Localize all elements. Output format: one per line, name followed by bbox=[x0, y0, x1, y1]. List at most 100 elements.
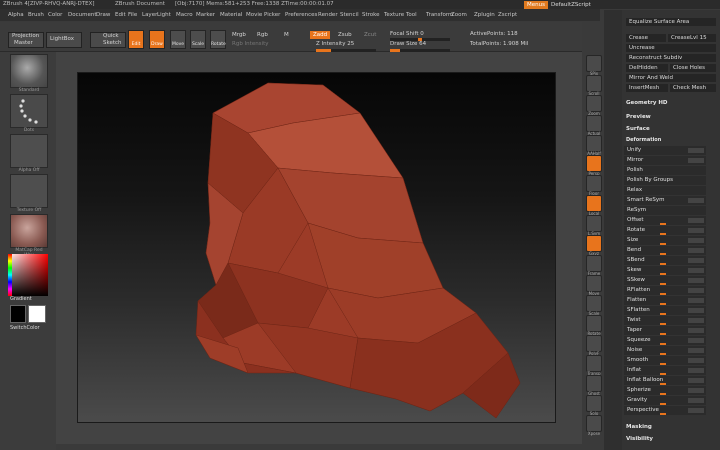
menu-layer[interactable]: Layer bbox=[142, 9, 157, 21]
sskew-axis-icon[interactable] bbox=[688, 278, 704, 283]
skew-slider[interactable]: Skew bbox=[624, 266, 706, 275]
size-slider[interactable]: Size bbox=[624, 236, 706, 245]
menu-zscript[interactable]: Zscript bbox=[498, 9, 517, 21]
offset-slider[interactable]: Offset bbox=[624, 216, 706, 225]
squeeze-axis-icon[interactable] bbox=[688, 338, 704, 343]
shelf-actual-button[interactable] bbox=[586, 115, 602, 132]
smart-resym-axis-icon[interactable] bbox=[688, 198, 704, 203]
relax-slider[interactable]: Relax bbox=[624, 186, 706, 195]
uncrease-button[interactable]: Uncrease bbox=[626, 44, 716, 52]
material-thumbnail[interactable] bbox=[10, 214, 48, 248]
shelf-frame-button[interactable] bbox=[586, 255, 602, 272]
surface-section[interactable]: Surface bbox=[626, 126, 650, 132]
inflat-axis-icon[interactable] bbox=[688, 368, 704, 373]
shelf-local-button[interactable] bbox=[586, 195, 602, 212]
insertmesh-button[interactable]: InsertMesh bbox=[626, 84, 668, 92]
flatten-slider[interactable]: Flatten bbox=[624, 296, 706, 305]
delhidden-button[interactable]: DelHidden bbox=[626, 64, 668, 72]
taper-axis-icon[interactable] bbox=[688, 328, 704, 333]
smooth-axis-icon[interactable] bbox=[688, 358, 704, 363]
viewport[interactable] bbox=[77, 72, 556, 423]
geometry-hd-section[interactable]: Geometry HD bbox=[626, 100, 668, 106]
rgb-intensity-slider[interactable]: Rgb Intensity bbox=[232, 41, 269, 47]
menu-stencil[interactable]: Stencil bbox=[340, 9, 359, 21]
shelf-solo-button[interactable] bbox=[586, 395, 602, 412]
perspective-axis-icon[interactable] bbox=[688, 408, 704, 413]
menu-edit[interactable]: Edit bbox=[115, 9, 126, 21]
rflatten-slider[interactable]: RFlatten bbox=[624, 286, 706, 295]
texture-thumbnail[interactable] bbox=[10, 174, 48, 208]
z-intensity-slider[interactable]: Z Intensity 25 bbox=[316, 41, 354, 47]
draw-button[interactable]: Draw bbox=[149, 30, 165, 49]
shelf-ghost-button[interactable] bbox=[586, 375, 602, 392]
size-axis-icon[interactable] bbox=[688, 238, 704, 243]
color-picker[interactable] bbox=[8, 254, 48, 296]
flatten-axis-icon[interactable] bbox=[688, 298, 704, 303]
visibility-section[interactable]: Visibility bbox=[626, 436, 653, 442]
twist-slider[interactable]: Twist bbox=[624, 316, 706, 325]
squeeze-slider[interactable]: Squeeze bbox=[624, 336, 706, 345]
equalize-surface-area-button[interactable]: Equalize Surface Area bbox=[626, 18, 716, 26]
check-mesh-button[interactable]: Check Mesh bbox=[670, 84, 716, 92]
menu-file[interactable]: File bbox=[128, 9, 137, 21]
alpha-thumbnail[interactable] bbox=[10, 134, 48, 168]
spherize-slider[interactable]: Spherize bbox=[624, 386, 706, 395]
draw-size-slider[interactable]: Draw Size 64 bbox=[390, 41, 426, 47]
noise-axis-icon[interactable] bbox=[688, 348, 704, 353]
zsub-button[interactable]: Zsub bbox=[338, 32, 352, 38]
bend-axis-icon[interactable] bbox=[688, 248, 704, 253]
shelf-spix-button[interactable] bbox=[586, 55, 602, 72]
sflatten-slider[interactable]: SFlatten bbox=[624, 306, 706, 315]
noise-slider[interactable]: Noise bbox=[624, 346, 706, 355]
resym-button[interactable]: ReSym bbox=[624, 206, 706, 215]
bend-slider[interactable]: Bend bbox=[624, 246, 706, 255]
shelf-polyf-button[interactable] bbox=[586, 335, 602, 352]
sskew-slider[interactable]: SSkew bbox=[624, 276, 706, 285]
twist-axis-icon[interactable] bbox=[688, 318, 704, 323]
unify-button[interactable]: Unify bbox=[624, 146, 706, 155]
menu-preferences[interactable]: Preferences bbox=[285, 9, 317, 21]
sbend-slider[interactable]: SBend bbox=[624, 256, 706, 265]
rotate-slider[interactable]: Rotate bbox=[624, 226, 706, 235]
mirror-and-weld-button[interactable]: Mirror And Weld bbox=[626, 74, 716, 82]
gravity-axis-icon[interactable] bbox=[688, 398, 704, 403]
primary-color-swatch[interactable] bbox=[10, 305, 26, 323]
sbend-axis-icon[interactable] bbox=[688, 258, 704, 263]
preview-section[interactable]: Preview bbox=[626, 114, 651, 120]
m-button[interactable]: M bbox=[284, 32, 289, 38]
reconstruct-subdiv-button[interactable]: Reconstruct Subdiv bbox=[626, 54, 716, 62]
hue-strip[interactable] bbox=[8, 254, 12, 296]
menu-tool[interactable]: Tool bbox=[406, 9, 417, 21]
menu-movie[interactable]: Movie bbox=[246, 9, 262, 21]
menu-stroke[interactable]: Stroke bbox=[362, 9, 380, 21]
menu-draw[interactable]: Draw bbox=[96, 9, 110, 21]
mirror-button[interactable]: Mirror bbox=[624, 156, 706, 165]
sflatten-axis-icon[interactable] bbox=[688, 308, 704, 313]
spherize-axis-icon[interactable] bbox=[688, 388, 704, 393]
menu-color[interactable]: Color bbox=[48, 9, 62, 21]
taper-slider[interactable]: Taper bbox=[624, 326, 706, 335]
focal-shift-slider[interactable]: Focal Shift 0 bbox=[390, 31, 424, 37]
shelf-zoom-button[interactable] bbox=[586, 95, 602, 112]
rflatten-axis-icon[interactable] bbox=[688, 288, 704, 293]
menu-macro[interactable]: Macro bbox=[176, 9, 193, 21]
mrgb-button[interactable]: Mrgb bbox=[232, 32, 246, 38]
edit-button[interactable]: Edit bbox=[128, 30, 144, 49]
creaselvl-slider[interactable]: CreaseLvl 15 bbox=[668, 34, 716, 42]
menu-render[interactable]: Render bbox=[318, 9, 338, 21]
shelf-gxyz-button[interactable] bbox=[586, 235, 602, 252]
shelf-scale-button[interactable] bbox=[586, 295, 602, 312]
scale-button[interactable]: Scale bbox=[190, 30, 206, 49]
panel-separator[interactable] bbox=[604, 10, 622, 450]
move-button[interactable]: Move bbox=[170, 30, 186, 49]
shelf-lsym-button[interactable] bbox=[586, 215, 602, 232]
menu-brush[interactable]: Brush bbox=[28, 9, 44, 21]
shelf-floor-button[interactable] bbox=[586, 175, 602, 192]
secondary-color-swatch[interactable] bbox=[28, 305, 46, 323]
shelf-persp-button[interactable] bbox=[586, 155, 602, 172]
shelf-xpose-button[interactable] bbox=[586, 415, 602, 432]
smart-resym-button[interactable]: Smart ReSym bbox=[624, 196, 706, 205]
switchcolor-button[interactable]: SwitchColor bbox=[10, 325, 40, 331]
zcut-button[interactable]: Zcut bbox=[364, 32, 376, 38]
inflat-slider[interactable]: Inflat bbox=[624, 366, 706, 375]
